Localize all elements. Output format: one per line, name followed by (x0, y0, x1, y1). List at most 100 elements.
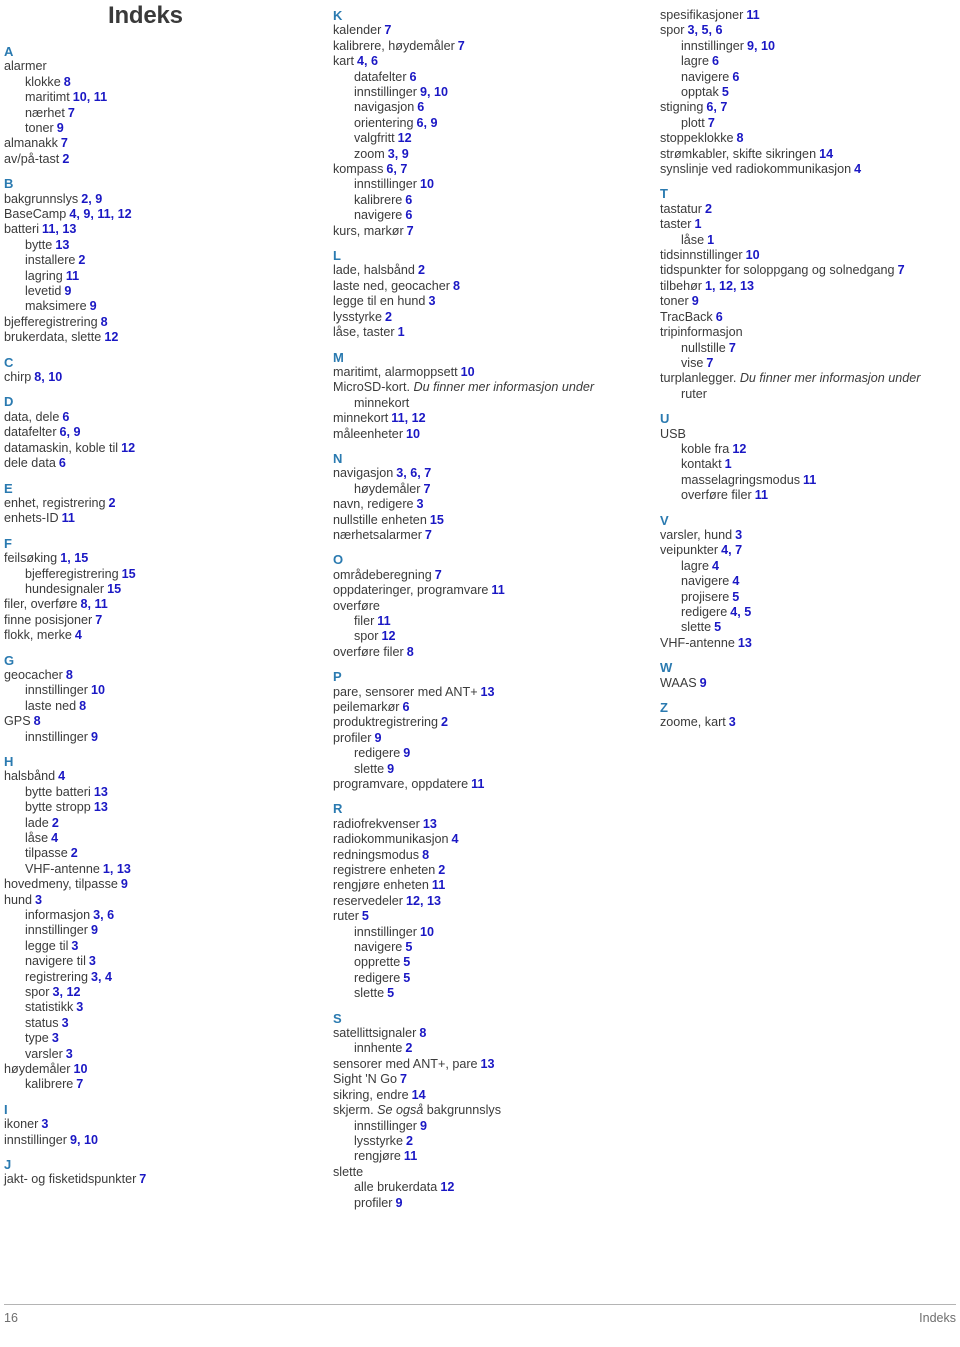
index-entry: innstillinger 10 (333, 177, 653, 192)
index-entry-term: kalibrere, høydemåler (333, 38, 455, 53)
index-entry-pages: 7 (728, 340, 736, 355)
index-letter-heading: J (4, 1157, 12, 1173)
index-entry-pages: 8 (406, 644, 414, 659)
index-entry-term: maritimt (25, 90, 70, 105)
index-entry-pages: 13 (93, 784, 108, 799)
index-entry: maksimere 9 (4, 299, 319, 314)
index-entry-term: stoppeklokke (660, 131, 734, 146)
index-page: Indeks Aalarmer klokke 8 maritimt 10, 11 nærh… (0, 0, 960, 1347)
index-entry-term: informasjon (25, 908, 91, 922)
index-entry-pages: 2 (384, 309, 392, 324)
index-entry: zoome, kart 3 (660, 715, 960, 730)
index-entry-term: plott (681, 115, 705, 130)
index-entry-term: slette (354, 986, 385, 1001)
index-entry-pages: 13 (480, 684, 495, 699)
index-entry-pages: 6 (402, 699, 410, 714)
index-entry-pages: 4 (854, 162, 862, 177)
index-section: Iikoner 3 innstillinger 9, 10 (4, 1102, 319, 1148)
index-entry-term: låse (681, 232, 705, 247)
index-entry-term: spor (25, 985, 50, 1000)
index-entry-pages: 3 (71, 938, 79, 953)
index-letter-heading: D (4, 394, 14, 410)
index-entry: innhente 2 (333, 1041, 653, 1056)
index-section: Rradiofrekvenser 13 radiokommunikasjon 4 red… (333, 801, 653, 1001)
index-entry-term: peilemarkør (333, 699, 400, 714)
index-entry-term: strømkabler, skifte sikringen (660, 146, 817, 161)
index-entry-pages: 1 (724, 457, 732, 472)
index-entry: data, dele 6 (4, 410, 319, 425)
index-entry-term: MicroSD-kort. (333, 380, 414, 395)
index-entry-term: lagre (681, 54, 710, 69)
index-entry-pages: 6, 9 (416, 115, 438, 130)
index-entry-pages: 9 (56, 121, 64, 136)
index-letter-heading: O (333, 552, 344, 568)
index-entry-term: spor (354, 629, 379, 644)
index-section: Kkalender 7 kalibrere, høydemåler 7 kart 4, 6… (333, 8, 653, 239)
index-letter-heading: S (333, 1010, 342, 1026)
index-entry-pages: 2 (705, 201, 713, 216)
index-entry-term: navigere til (25, 954, 86, 969)
index-entry-term: kompass (333, 162, 384, 177)
index-entry-term: kalibrere (25, 1077, 74, 1092)
index-entry: datamaskin, koble til 12 (4, 441, 319, 456)
index-column-3: spesifikasjoner 11 spor 3, 5, 6 innstillinge… (660, 8, 960, 731)
index-entry: WAAS 9 (660, 676, 960, 691)
index-entry: innstillinger 9, 10 (660, 39, 960, 54)
index-entry-pages: 8 (736, 131, 744, 146)
index-entry-term: låse, taster (333, 325, 395, 340)
index-entry-pages: 7 (400, 1072, 408, 1087)
index-entry-pages: 7 (384, 23, 392, 38)
index-entry: låse 4 (4, 831, 319, 846)
index-entry-term: redigere (354, 970, 401, 985)
index-entry-pages: 4 (451, 832, 459, 847)
index-entry: kalibrere 7 (4, 1077, 319, 1092)
index-entry: kontakt 1 (660, 457, 960, 472)
index-entry: innstillinger 10 (4, 683, 319, 698)
index-entry-pages: 14 (819, 146, 834, 161)
index-entry-term: flokk, merke (4, 628, 72, 643)
index-entry-term: lysstyrke (333, 309, 382, 324)
index-entry-term: status (25, 1015, 59, 1030)
index-entry: kalibrere 6 (333, 193, 653, 208)
index-entry: kompass 6, 7 (333, 162, 653, 177)
index-section: Aalarmer klokke 8 maritimt 10, 11 nærhet 7 tone… (4, 44, 319, 167)
index-entry-term: tidsinnstillinger (660, 248, 743, 263)
index-entry-pages: 7 (95, 612, 103, 627)
index-entry-pages: 13 (55, 237, 70, 252)
index-entry: kalibrere, høydemåler 7 (333, 39, 653, 54)
index-entry: redigere 5 (333, 971, 653, 986)
index-entry: vise 7 (660, 356, 960, 371)
index-letter-heading: P (333, 669, 342, 685)
index-letter-heading: B (4, 176, 14, 192)
index-entry-pages: 11 (403, 1149, 418, 1164)
index-entry: innstillinger 9, 10 (4, 1133, 319, 1148)
index-entry: enhets-ID 11 (4, 511, 319, 526)
index-entry: orientering 6, 9 (333, 116, 653, 131)
index-entry: opprette 5 (333, 955, 653, 970)
index-letter-heading: U (660, 411, 670, 427)
index-entry-pages: 2 (405, 1133, 413, 1148)
index-entry-pages: 9 (699, 675, 707, 690)
index-entry: batteri 11, 13 (4, 222, 319, 237)
index-entry: reservedeler 12, 13 (333, 894, 653, 909)
index-entry-pages: 7 (423, 481, 431, 496)
index-entry-pages: 3 (41, 1117, 49, 1132)
index-entry-term: almanakk (4, 136, 58, 151)
index-entry-pages: 1 (694, 217, 702, 232)
index-entry-pages: 7 (406, 223, 414, 238)
index-entry: jakt- og fisketidspunkter 7 (4, 1172, 319, 1187)
index-entry: låse 1 (660, 233, 960, 248)
index-entry: USB (660, 427, 960, 442)
index-entry: masselagringsmodus 11 (660, 473, 960, 488)
index-entry-pages: 8, 11 (80, 597, 108, 612)
index-entry: VHF-antenne 1, 13 (4, 862, 319, 877)
index-entry-pages: 11 (803, 472, 817, 487)
index-entry-crossref-note: Du finner mer informasjon under (739, 371, 921, 386)
index-entry-pages: 10 (460, 364, 475, 379)
index-entry-term: taster (660, 217, 692, 232)
index-entry-pages: 4 (51, 830, 59, 845)
index-section: Nnavigasjon 3, 6, 7 høydemåler 7 navn, redig… (333, 451, 653, 543)
index-entry-pages: 5 (732, 589, 740, 604)
index-entry-pages: 7 (897, 263, 905, 278)
index-entry-term: radiokommunikasjon (333, 832, 449, 847)
